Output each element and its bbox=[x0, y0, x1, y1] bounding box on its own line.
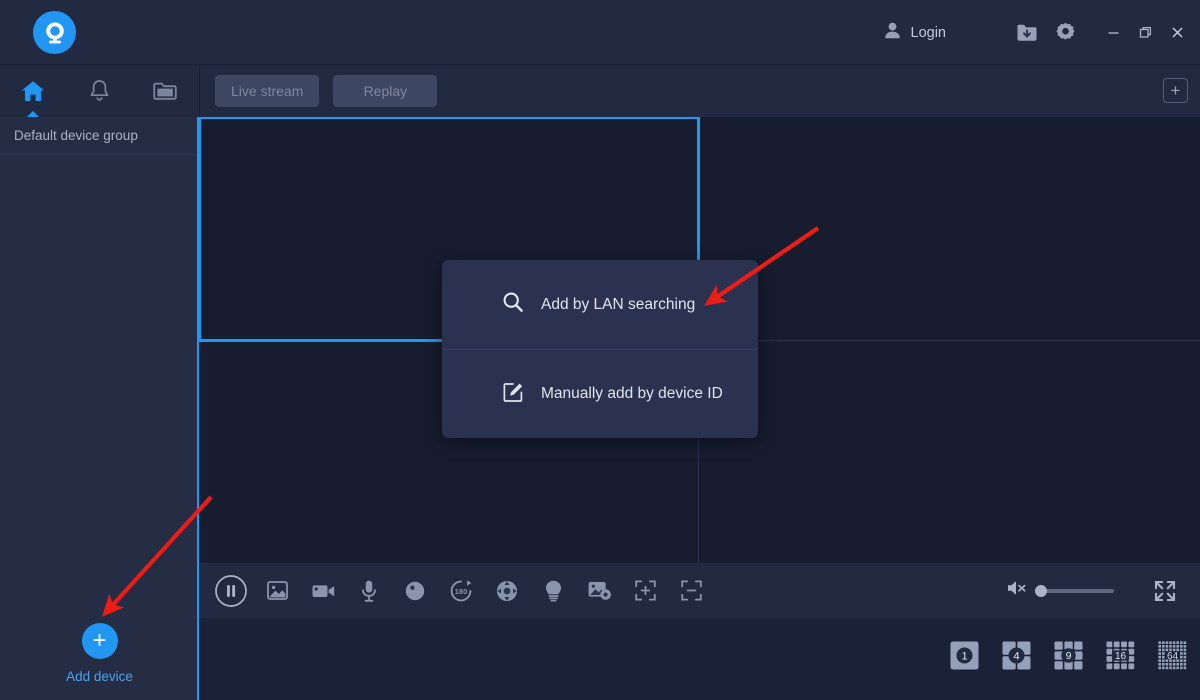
layout-64-button[interactable]: 64 bbox=[1157, 640, 1188, 671]
bell-icon bbox=[88, 79, 111, 103]
add-tab-button[interactable]: + bbox=[1163, 78, 1188, 103]
video-camera-icon bbox=[311, 581, 336, 601]
layout-selector: 1 4 9 bbox=[949, 640, 1188, 671]
minimize-icon bbox=[1106, 25, 1121, 40]
tab-replay[interactable]: Replay bbox=[333, 75, 437, 107]
plus-circle-icon: + bbox=[82, 623, 118, 659]
user-icon bbox=[883, 21, 902, 45]
microphone-button[interactable] bbox=[346, 563, 392, 618]
microphone-icon bbox=[360, 579, 378, 603]
layout-16-label: 16 bbox=[1115, 651, 1127, 662]
rotate-180-icon: 180 bbox=[449, 579, 473, 603]
ptz-direction-icon bbox=[495, 579, 519, 603]
login-button[interactable]: Login bbox=[883, 21, 946, 45]
menu-item-manual-add-label: Manually add by device ID bbox=[541, 385, 723, 403]
video-cell-2[interactable] bbox=[699, 117, 1200, 341]
speaker-muted-icon[interactable] bbox=[1006, 579, 1029, 602]
restore-window-icon bbox=[1138, 25, 1153, 40]
control-bar-right bbox=[1006, 563, 1200, 618]
layout-bar: 1 4 9 bbox=[199, 618, 1200, 700]
zoom-out-button[interactable] bbox=[668, 563, 714, 618]
close-button[interactable] bbox=[1162, 14, 1192, 52]
layout-1-label: 1 bbox=[961, 650, 967, 662]
nav-item-files[interactable] bbox=[132, 65, 198, 117]
settings-button[interactable] bbox=[1046, 14, 1084, 52]
zoom-out-bracket-icon bbox=[680, 579, 703, 602]
device-group-header[interactable]: Default device group bbox=[0, 117, 197, 155]
light-button[interactable] bbox=[530, 563, 576, 618]
layout-4-label: 4 bbox=[1013, 650, 1019, 662]
add-device-button[interactable]: + Add device bbox=[0, 623, 199, 684]
download-folder-button[interactable] bbox=[1008, 14, 1046, 52]
nav-item-home[interactable] bbox=[0, 65, 66, 117]
gear-icon bbox=[1055, 22, 1076, 43]
layout-16-button[interactable]: 16 bbox=[1105, 640, 1136, 671]
volume-control[interactable] bbox=[1006, 579, 1114, 602]
menu-item-add-by-lan[interactable]: Add by LAN searching bbox=[442, 260, 758, 349]
login-label: Login bbox=[911, 25, 946, 41]
zoom-in-button[interactable] bbox=[622, 563, 668, 618]
restore-button[interactable] bbox=[1130, 14, 1160, 52]
titlebar-right-controls: Login bbox=[883, 0, 1200, 65]
layout-9-label: 9 bbox=[1066, 650, 1072, 662]
fullscreen-button[interactable] bbox=[1142, 563, 1188, 618]
add-device-menu: Add by LAN searching Manually add by dev… bbox=[442, 260, 758, 438]
edit-square-icon bbox=[502, 381, 524, 408]
main-nav bbox=[0, 65, 199, 117]
picture-icon bbox=[266, 579, 289, 602]
pause-button[interactable] bbox=[208, 563, 254, 618]
image-gear-icon bbox=[587, 579, 612, 602]
volume-slider[interactable] bbox=[1036, 589, 1114, 593]
record-button[interactable] bbox=[300, 563, 346, 618]
svg-text:180: 180 bbox=[455, 587, 468, 596]
window-buttons bbox=[1098, 14, 1192, 52]
app-window: Login bbox=[0, 0, 1200, 700]
home-icon bbox=[20, 79, 46, 103]
tab-live-stream[interactable]: Live stream bbox=[215, 75, 319, 107]
layout-9-button[interactable]: 9 bbox=[1053, 640, 1084, 671]
image-settings-button[interactable] bbox=[576, 563, 622, 618]
title-bar: Login bbox=[0, 0, 1200, 65]
layout-4-button[interactable]: 4 bbox=[1001, 640, 1032, 671]
video-cell-4[interactable] bbox=[699, 341, 1200, 563]
tab-bar: Live stream Replay + bbox=[199, 65, 1200, 117]
menu-item-manual-add[interactable]: Manually add by device ID bbox=[442, 349, 758, 438]
fullscreen-expand-icon bbox=[1152, 578, 1178, 604]
zoom-in-bracket-icon bbox=[634, 579, 657, 602]
device-group-label: Default device group bbox=[14, 128, 138, 143]
search-icon bbox=[502, 291, 524, 318]
snapshot-button[interactable] bbox=[254, 563, 300, 618]
audio-button[interactable] bbox=[392, 563, 438, 618]
minimize-button[interactable] bbox=[1098, 14, 1128, 52]
speaker-dot-icon bbox=[404, 580, 426, 602]
ptz-button[interactable] bbox=[484, 563, 530, 618]
app-logo bbox=[33, 11, 76, 54]
volume-slider-knob[interactable] bbox=[1035, 585, 1047, 597]
layout-64-label: 64 bbox=[1167, 651, 1179, 662]
close-icon bbox=[1170, 25, 1185, 40]
download-folder-icon bbox=[1016, 23, 1038, 43]
device-sidebar: Default device group + Add device bbox=[0, 117, 199, 700]
layout-1-button[interactable]: 1 bbox=[949, 640, 980, 671]
player-control-bar: 180 bbox=[199, 563, 1200, 618]
lightbulb-icon bbox=[543, 579, 564, 603]
nav-item-alarm[interactable] bbox=[66, 65, 132, 117]
pause-circle-icon bbox=[214, 574, 248, 608]
rotate-180-button[interactable]: 180 bbox=[438, 563, 484, 618]
add-device-label: Add device bbox=[66, 669, 133, 684]
menu-item-add-by-lan-label: Add by LAN searching bbox=[541, 296, 695, 314]
webcam-logo-icon bbox=[42, 20, 68, 46]
folder-icon bbox=[152, 80, 178, 102]
